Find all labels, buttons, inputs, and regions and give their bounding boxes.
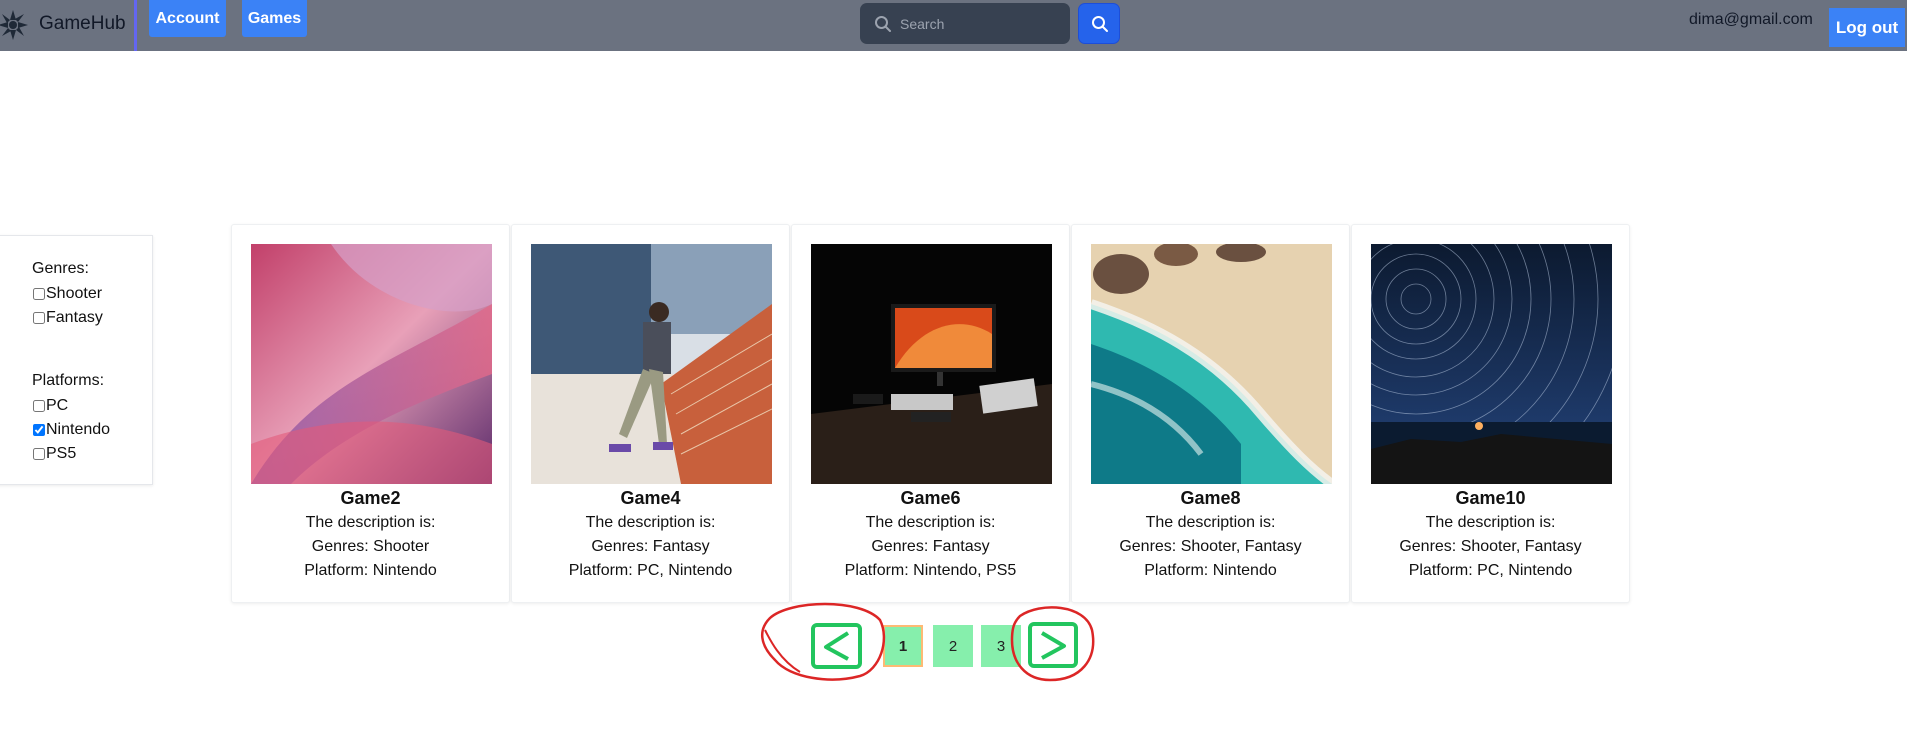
game-title: Game6 [900,488,961,508]
game-image [1371,244,1612,484]
page-button-2[interactable]: 2 [933,625,973,667]
nintendo-checkbox[interactable] [33,424,45,436]
game-platform: Platform: Nintendo, PS5 [844,562,1017,579]
game-description: The description is: [305,514,436,531]
filter-label: Nintendo [46,421,111,438]
game-card[interactable]: Game2 The description is: Genres: Shoote… [231,224,510,603]
fantasy-checkbox[interactable] [33,312,45,324]
filter-platform-ps5[interactable]: PS5 [33,445,76,463]
game-image [531,244,772,484]
user-email: dima@gmail.com [1689,11,1813,28]
game-title: Game2 [340,488,401,508]
ps5-checkbox[interactable] [33,448,45,460]
filter-platform-nintendo[interactable]: Nintendo [33,421,110,439]
game-card[interactable]: Game4 The description is: Genres: Fantas… [511,224,790,603]
game-platform: Platform: PC, Nintendo [1408,562,1573,579]
account-nav-button[interactable]: Account [149,0,226,37]
games-nav-button[interactable]: Games [242,0,307,37]
game-image [811,244,1052,484]
game-genres: Genres: Shooter [311,538,430,555]
navbar: GameHub Account Games dima@gmail.com Log… [0,0,1907,51]
shooter-checkbox[interactable] [33,288,45,300]
game-title: Game10 [1455,488,1526,508]
platforms-heading: Platforms: [32,372,105,389]
page-button-1[interactable]: 1 [883,625,923,667]
logout-button[interactable]: Log out [1829,8,1905,47]
game-title: Game4 [620,488,681,508]
filter-panel: Genres: Shooter Fantasy Platforms: PC Ni… [0,235,153,485]
logo-icon [0,10,28,40]
game-card[interactable]: Game10 The description is: Genres: Shoot… [1351,224,1630,603]
game-description: The description is: [585,514,716,531]
search-box [860,3,1070,44]
search-input[interactable] [900,11,1060,36]
game-title: Game8 [1180,488,1241,508]
search-icon [1092,16,1108,32]
filter-genre-fantasy[interactable]: Fantasy [33,309,103,327]
game-genres: Genres: Shooter, Fantasy [1119,538,1302,555]
game-platform: Platform: PC, Nintendo [568,562,733,579]
app-name: GameHub [39,13,126,34]
next-page-button[interactable] [1028,622,1078,670]
game-genres: Genres: Shooter, Fantasy [1399,538,1582,555]
game-platform: Platform: Nintendo [1144,562,1277,579]
game-card[interactable]: Game6 The description is: Genres: Fantas… [791,224,1070,603]
genres-heading: Genres: [32,260,89,277]
game-image [1091,244,1332,484]
filter-label: Shooter [46,285,103,302]
game-image [251,244,492,484]
search-button[interactable] [1078,3,1120,44]
game-description: The description is: [1145,514,1276,531]
page-button-3[interactable]: 3 [981,625,1021,667]
prev-page-button[interactable] [810,622,860,670]
game-genres: Genres: Fantasy [871,538,990,555]
search-icon [875,16,891,32]
pc-checkbox[interactable] [33,400,45,412]
filter-genre-shooter[interactable]: Shooter [33,285,102,303]
game-platform: Platform: Nintendo [304,562,437,579]
brand[interactable]: GameHub [0,0,137,51]
game-description: The description is: [1425,514,1556,531]
game-genres: Genres: Fantasy [591,538,710,555]
filter-label: PC [46,397,69,414]
filter-label: Fantasy [46,309,103,326]
game-card[interactable]: Game8 The description is: Genres: Shoote… [1071,224,1350,603]
game-description: The description is: [865,514,996,531]
filter-platform-pc[interactable]: PC [33,397,68,415]
filter-label: PS5 [46,445,77,462]
